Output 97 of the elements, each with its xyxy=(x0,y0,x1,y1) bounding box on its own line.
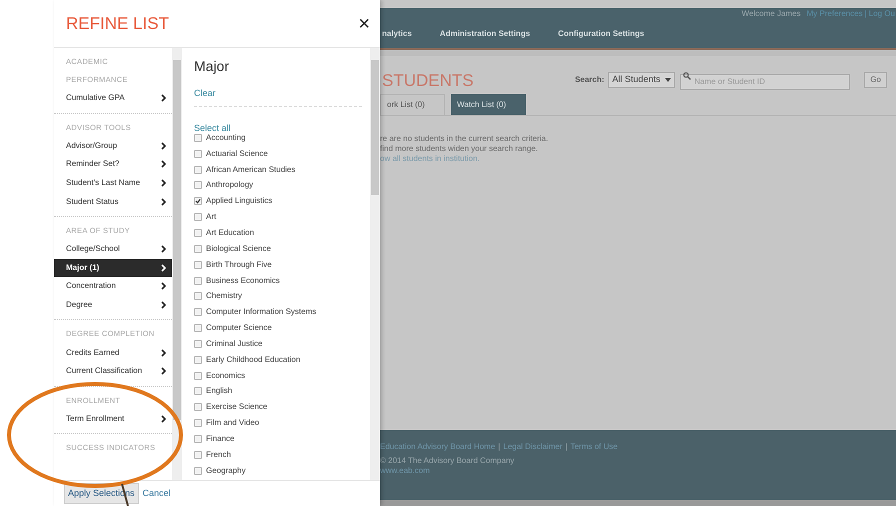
checkbox[interactable] xyxy=(194,308,202,316)
caret-icon xyxy=(665,78,672,82)
chevron-right-icon xyxy=(161,179,166,188)
chevron-right-icon xyxy=(161,301,166,310)
chevron-right-icon xyxy=(161,160,166,168)
filter-category-item[interactable]: Degree xyxy=(54,296,172,314)
option-label: Actuarial Science xyxy=(206,148,268,160)
checkbox[interactable] xyxy=(194,228,202,237)
checkbox[interactable] xyxy=(194,403,202,412)
filter-category-item[interactable]: Student's Last Name xyxy=(54,174,172,192)
filter-category-item[interactable]: Term Enrollment xyxy=(54,410,172,428)
cancel-link[interactable]: Cancel xyxy=(142,486,171,500)
filter-category-item[interactable]: Student Status xyxy=(54,192,172,211)
checkbox[interactable] xyxy=(194,197,202,206)
option-label: Computer Information Systems xyxy=(206,306,316,318)
close-button[interactable]: × xyxy=(358,14,370,34)
checkbox[interactable] xyxy=(194,356,202,364)
option-label: English xyxy=(206,385,232,398)
separator-text: | xyxy=(498,441,500,453)
separator-text: | xyxy=(864,8,867,20)
option-label: Birth Through Five xyxy=(206,258,272,271)
checkbox[interactable] xyxy=(194,244,202,253)
message-text: find more students widen your search range. xyxy=(380,144,539,154)
checkbox[interactable] xyxy=(194,213,202,222)
tab[interactable]: Watch List (0) xyxy=(451,94,526,115)
chevron-right-icon xyxy=(161,282,166,290)
tab[interactable]: ork List (0) xyxy=(380,94,445,115)
option-label: Art xyxy=(206,211,216,224)
welcome-text: Welcome James xyxy=(742,8,801,20)
select-all-link[interactable]: Select all xyxy=(194,123,231,133)
scrollbar-thumb[interactable] xyxy=(371,60,379,195)
checkbox[interactable] xyxy=(194,181,202,190)
search-label: Search: xyxy=(574,74,604,86)
chevron-right-icon xyxy=(161,142,166,150)
option-label: Computer Science xyxy=(206,322,272,334)
checkbox[interactable] xyxy=(194,372,202,380)
filter-category-item[interactable]: Cumulative GPA xyxy=(54,89,172,108)
filter-category-item[interactable]: Credits Earned xyxy=(54,343,172,362)
filter-category-item[interactable]: Advisor/Group xyxy=(54,136,172,156)
chevron-right-icon xyxy=(161,94,166,102)
option-label: Exercise Science xyxy=(206,401,268,414)
checkbox[interactable] xyxy=(194,276,202,285)
option-label: Biological Science xyxy=(206,242,271,255)
option-label: Early Childhood Education xyxy=(206,354,300,366)
option-label: Criminal Justice xyxy=(206,338,262,350)
checkbox[interactable] xyxy=(194,466,202,475)
clear-link[interactable]: Clear xyxy=(194,88,216,98)
checkbox[interactable] xyxy=(194,324,202,332)
go-button[interactable]: Go xyxy=(864,72,887,88)
nav-link[interactable]: Administration Settings xyxy=(440,28,530,40)
chevron-right-icon xyxy=(161,367,166,376)
checkbox[interactable] xyxy=(194,260,202,269)
filter-category-item[interactable]: Current Classification xyxy=(54,362,172,381)
chevron-right-icon xyxy=(161,264,166,272)
checkbox[interactable] xyxy=(194,387,202,396)
option-label: French xyxy=(206,448,231,461)
option-label: Anthropology xyxy=(206,179,254,192)
nav-link[interactable]: nalytics xyxy=(382,28,412,40)
scrollbar-thumb[interactable] xyxy=(173,60,181,420)
separator-text: | xyxy=(565,441,568,453)
filter-category-item[interactable]: College/School xyxy=(54,240,172,259)
option-label: Film and Video xyxy=(206,417,260,430)
option-label: Chemistry xyxy=(206,290,242,302)
filter-category-item[interactable]: Major (1) xyxy=(54,258,172,278)
filter-category-item[interactable]: Concentration xyxy=(54,277,172,296)
option-label: Economics xyxy=(206,370,246,382)
option-label: Accounting xyxy=(206,132,246,144)
message-text: re are no students in the current search criteria. xyxy=(380,134,550,144)
chevron-right-icon xyxy=(161,348,166,357)
option-label: Geography xyxy=(206,464,246,477)
checkbox[interactable] xyxy=(194,340,202,348)
chevron-right-icon xyxy=(161,198,166,206)
scrollbar[interactable] xyxy=(370,48,380,480)
checkbox[interactable] xyxy=(194,134,202,142)
filter-category-item[interactable]: Reminder Set? xyxy=(54,155,172,174)
chevron-right-icon xyxy=(161,245,166,254)
checkbox[interactable] xyxy=(194,166,202,174)
search-field[interactable]: Name or Student ID xyxy=(680,74,850,90)
option-label: Applied Linguistics xyxy=(206,195,272,208)
option-label: Business Economics xyxy=(206,274,280,287)
copyright-text: © 2014 The Advisory Board Company xyxy=(380,456,516,466)
scope-dropdown[interactable]: All Students xyxy=(608,72,676,88)
checkbox[interactable] xyxy=(194,450,202,459)
checkbox[interactable] xyxy=(194,419,202,428)
checkbox[interactable] xyxy=(194,150,202,158)
page-title: STUDENTS xyxy=(381,72,474,88)
chevron-right-icon xyxy=(161,414,166,423)
nav-link[interactable]: Configuration Settings xyxy=(558,28,644,40)
option-label: Finance xyxy=(206,432,234,445)
checkbox[interactable] xyxy=(194,434,202,443)
panel-title: REFINE LIST xyxy=(66,12,169,35)
option-label: African American Studies xyxy=(206,164,296,176)
checkbox[interactable] xyxy=(194,292,202,300)
option-label: Art Education xyxy=(206,226,254,239)
search-icon xyxy=(683,72,692,80)
filter-title: Major xyxy=(194,57,230,76)
scrollbar[interactable] xyxy=(172,48,182,480)
